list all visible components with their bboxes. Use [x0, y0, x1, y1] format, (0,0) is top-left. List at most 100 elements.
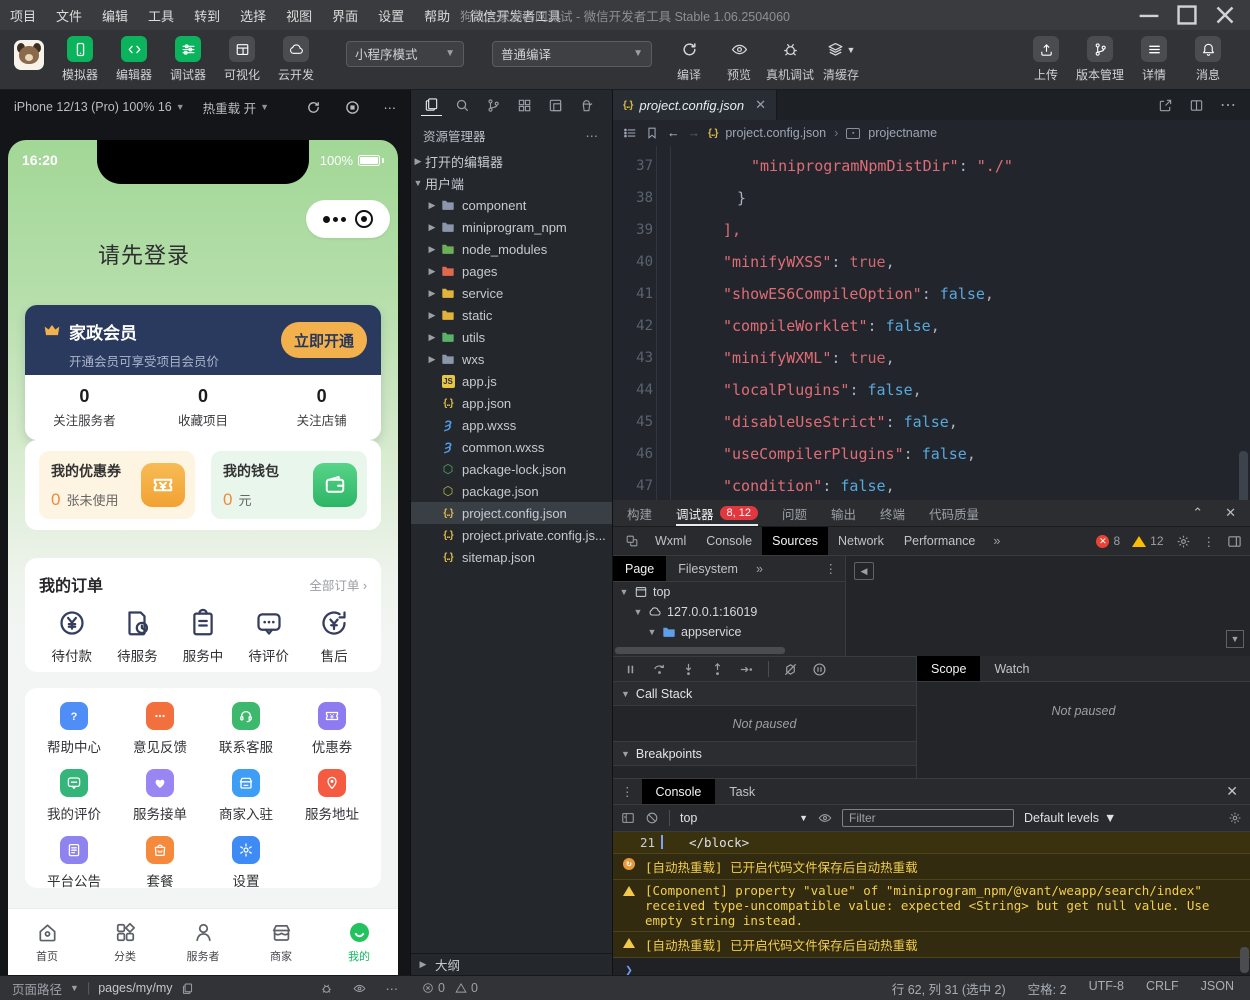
sources-tab-filesystem[interactable]: Filesystem	[666, 556, 750, 581]
device-select[interactable]: iPhone 12/13 (Pro) 100% 16 ▼	[14, 100, 185, 114]
sources-nav-back-icon[interactable]: ◀	[854, 562, 874, 580]
tree-item[interactable]: Ȝapp.wxss	[411, 414, 612, 436]
page-path-label[interactable]: 页面路径	[12, 979, 62, 998]
devtools-settings-icon[interactable]	[1176, 534, 1191, 549]
tree-item[interactable]: Ȝcommon.wxss	[411, 436, 612, 458]
wallet-card-ticket[interactable]: 我的优惠券 0 张未使用	[39, 451, 195, 519]
explorer-more-icon[interactable]: ⋯	[586, 128, 601, 143]
capsule-close-icon[interactable]	[355, 210, 374, 228]
grid-item[interactable]: 服务接单	[117, 769, 203, 823]
menu-item[interactable]: 工具	[138, 6, 184, 25]
console-close-icon[interactable]: ✕	[1226, 783, 1250, 800]
sources-pretty-print-icon[interactable]: ▼	[1226, 630, 1244, 648]
close-panel-icon[interactable]: ✕	[1225, 505, 1236, 521]
user-avatar[interactable]	[14, 39, 44, 70]
inspect-icon[interactable]	[619, 527, 645, 555]
grid-item[interactable]: 我的评价	[31, 769, 117, 823]
encoding[interactable]: UTF-8	[1089, 979, 1124, 998]
toggle-code[interactable]: 编辑器	[110, 36, 158, 83]
sim-footer-more-icon[interactable]: ⋯	[386, 981, 399, 996]
vconsole-bug-icon[interactable]	[320, 982, 333, 995]
tree-item[interactable]: ▶ pages	[411, 260, 612, 282]
devtools-tab-performance[interactable]: Performance	[894, 527, 986, 555]
collapse-panel-icon[interactable]: ⌃	[1192, 505, 1203, 521]
eol-setting[interactable]: CRLF	[1146, 979, 1179, 998]
clear-console-icon[interactable]	[645, 811, 659, 825]
menu-item[interactable]: 项目	[0, 6, 46, 25]
action-branch[interactable]: 版本管理	[1076, 36, 1124, 83]
breadcrumb-file[interactable]: project.config.json	[725, 126, 826, 140]
tree-item[interactable]: {..} app.json	[411, 392, 612, 414]
debugger-tab[interactable]: 构建	[627, 500, 652, 526]
wallet-card-wallet[interactable]: 我的钱包 0 元	[211, 451, 367, 519]
search-icon[interactable]	[452, 94, 473, 116]
step-icon[interactable]	[739, 662, 754, 677]
grid-item[interactable]: 服务地址	[289, 769, 375, 823]
menu-item[interactable]: 设置	[368, 6, 414, 25]
menu-item[interactable]: 选择	[230, 6, 276, 25]
sources-tab-page[interactable]: Page	[613, 556, 667, 581]
pause-script-icon[interactable]	[623, 662, 638, 677]
tab-home[interactable]: 首页	[8, 909, 86, 975]
editor-layout-icon[interactable]	[545, 94, 566, 116]
code-area[interactable]: 37 "miniprogramNpmDistDir": "./" 38} 39], 40…	[613, 146, 1250, 500]
stat-item[interactable]: 0 关注店铺	[262, 375, 381, 440]
tree-item[interactable]: JS app.js	[411, 370, 612, 392]
breadcrumb-node[interactable]: projectname	[868, 126, 937, 140]
menu-item[interactable]: 编辑	[92, 6, 138, 25]
root-folder[interactable]: ▼ 用户端	[411, 172, 612, 194]
cursor-position[interactable]: 行 62, 列 31 (选中 2)	[892, 979, 1006, 998]
tree-item[interactable]: ▶ utils	[411, 326, 612, 348]
stat-item[interactable]: 0 收藏项目	[144, 375, 263, 440]
extensions-icon[interactable]	[514, 94, 535, 116]
tree-item[interactable]: ▶ wxs	[411, 348, 612, 370]
open-editors-section[interactable]: ▶ 打开的编辑器	[411, 150, 612, 172]
tree-item[interactable]: ▶ node_modules	[411, 238, 612, 260]
tab-category[interactable]: 分类	[86, 909, 164, 975]
code-line[interactable]: 40 "minifyWXSS": true,	[613, 246, 1250, 278]
code-line[interactable]: 45 "disableUseStrict": false,	[613, 406, 1250, 438]
tree-item[interactable]: ▶ miniprogram_npm	[411, 216, 612, 238]
tree-item[interactable]: ▶ component	[411, 194, 612, 216]
tree-item[interactable]: {..} project.private.config.js...	[411, 524, 612, 546]
console-prompt[interactable]: ❯	[613, 958, 1250, 975]
editor-tab[interactable]: {..} project.config.json ✕	[613, 90, 778, 120]
debugger-tab[interactable]: 终端	[880, 500, 905, 526]
console-tab-task[interactable]: Task	[715, 779, 769, 804]
capsule-more-icon[interactable]	[322, 215, 346, 223]
grid-item[interactable]: ¥ 优惠券	[289, 702, 375, 756]
action-bell[interactable]: 消息	[1184, 36, 1232, 83]
nav-forward-icon[interactable]: →	[688, 126, 701, 140]
login-prompt[interactable]: 请先登录	[98, 238, 190, 270]
action-refresh[interactable]: 编译	[666, 37, 712, 83]
code-line[interactable]: 47 "condition": false,	[613, 470, 1250, 500]
source-node-127-0-0-1-16019[interactable]: ▼ 127.0.0.1:16019	[613, 602, 845, 622]
pause-on-exceptions-icon[interactable]	[812, 662, 827, 677]
outline-section[interactable]: ▶ 大纲	[411, 953, 612, 975]
all-orders-link[interactable]: 全部订单 ›	[309, 575, 367, 594]
action-eye[interactable]: 预览	[716, 37, 762, 83]
miniprogram-capsule[interactable]	[306, 200, 390, 238]
scope-tab-watch[interactable]: Watch	[980, 656, 1043, 681]
menu-item[interactable]: 微信开发者工具	[460, 6, 571, 25]
grid-item[interactable]: 套餐	[117, 836, 203, 890]
sources-menu-icon[interactable]: ⋮	[825, 561, 846, 576]
order-item[interactable]: 售后	[301, 608, 367, 665]
sim-refresh-icon[interactable]	[306, 100, 321, 115]
grid-item[interactable]: 联系客服	[203, 702, 289, 756]
deactivate-breakpoints-icon[interactable]	[783, 662, 798, 677]
tab-merchant[interactable]: 商家	[242, 909, 320, 975]
debugger-tab[interactable]: 代码质量	[929, 500, 979, 526]
log-levels-select[interactable]: Default levels ▼	[1024, 811, 1116, 825]
debugger-tab[interactable]: 输出	[831, 500, 856, 526]
devtools-tab-wxml[interactable]: Wxml	[645, 527, 696, 555]
source-node-appservice[interactable]: ▼ appservice	[613, 622, 845, 642]
warning-counter[interactable]: 12	[1132, 534, 1164, 548]
action-bug[interactable]: 真机调试	[766, 37, 814, 83]
outline-list-icon[interactable]	[623, 126, 637, 140]
toggle-layout[interactable]: 可视化	[218, 36, 266, 83]
order-item[interactable]: 待付款	[39, 608, 105, 665]
console-settings-icon[interactable]	[1228, 811, 1242, 825]
toggle-sliders[interactable]: 调试器	[164, 36, 212, 83]
git-branch-icon[interactable]	[483, 94, 504, 116]
